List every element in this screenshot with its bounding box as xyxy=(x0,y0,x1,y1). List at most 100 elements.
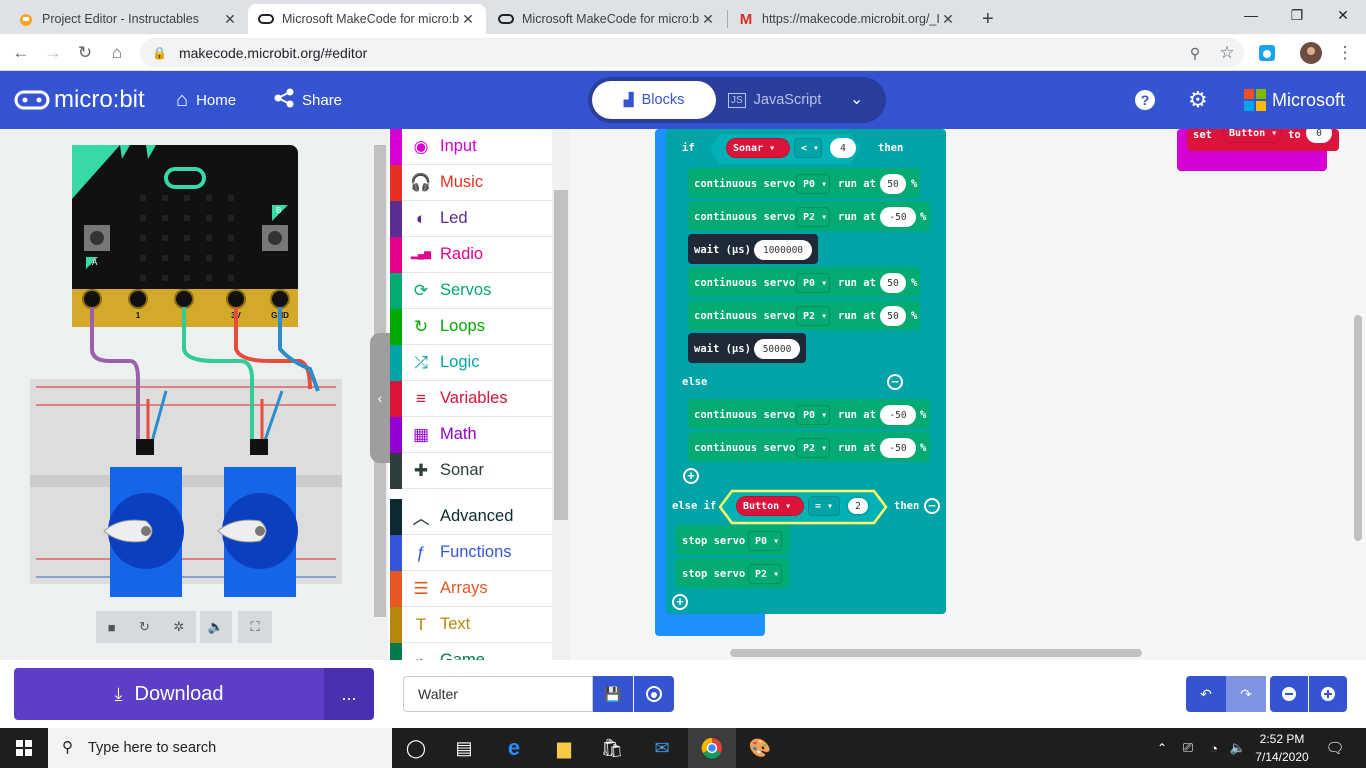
toolbox-category-led[interactable]: ◐ Led xyxy=(390,201,552,237)
debug-bug-icon[interactable]: ✲ xyxy=(173,619,184,635)
toolbox-category-variables[interactable]: ≡ Variables xyxy=(390,381,552,417)
eq-operator-dropdown[interactable]: = ▾ xyxy=(808,496,840,516)
toolbox-category-math[interactable]: ▦ Math xyxy=(390,417,552,453)
collapse-simulator-button[interactable]: ‹ xyxy=(370,333,390,463)
button-value-input[interactable]: 2 xyxy=(846,496,870,516)
button-variable[interactable]: Button ▾ xyxy=(736,496,804,516)
more-options-button[interactable]: ... xyxy=(324,668,374,720)
file-explorer-icon[interactable]: ▆ xyxy=(540,728,588,768)
show-hidden-icons-chevron-icon[interactable]: ⌃ xyxy=(1150,728,1174,768)
remove-else-icon[interactable]: − xyxy=(887,374,903,390)
microbit-logo[interactable]: micro:bit xyxy=(14,71,145,129)
blocks-workspace[interactable]: if Sonar ▾ < ▾ 4 then continuous servo P… xyxy=(570,129,1366,660)
pin-dropdown[interactable]: P0 ▾ xyxy=(796,405,830,425)
stop-icon[interactable]: ■ xyxy=(108,620,116,635)
wait-input[interactable]: 1000000 xyxy=(754,240,812,260)
add-branch-icon[interactable]: + xyxy=(683,468,699,484)
browser-tab-instructables[interactable]: Project Editor - Instructables ✕ xyxy=(8,4,248,34)
task-view-icon[interactable]: ▤ xyxy=(440,728,488,768)
workspace-vscroll-thumb[interactable] xyxy=(1354,315,1362,541)
back-icon[interactable]: ← xyxy=(8,40,34,66)
paint-icon[interactable]: 🎨 xyxy=(736,728,784,768)
github-icon[interactable] xyxy=(634,676,674,712)
settings-gear-icon[interactable]: ⚙ xyxy=(1188,71,1208,129)
help-button[interactable]: ? xyxy=(1134,71,1156,129)
microsoft-logo[interactable]: Microsoft xyxy=(1244,71,1345,129)
notification-center-icon[interactable]: 🗨 xyxy=(1320,728,1350,768)
home-icon[interactable]: ⌂ xyxy=(104,40,130,66)
mail-icon[interactable]: ✉ xyxy=(638,728,686,768)
close-icon[interactable]: ✕ xyxy=(222,11,238,28)
speed-input[interactable]: 50 xyxy=(880,174,906,194)
mute-icon[interactable]: 🔈 xyxy=(200,611,232,643)
lt-operator-dropdown[interactable]: < ▾ xyxy=(794,138,822,158)
bookmark-star-icon[interactable]: ☆ xyxy=(1214,40,1240,66)
variable-dropdown[interactable]: Button ▾ xyxy=(1222,129,1282,143)
browser-tab-makecode[interactable]: Microsoft MakeCode for micro:bi ✕ xyxy=(488,4,726,34)
new-tab-button[interactable]: + xyxy=(972,4,1002,34)
sonar-threshold-input[interactable]: 4 xyxy=(830,138,856,158)
speed-input[interactable]: -50 xyxy=(880,405,916,425)
restart-icon[interactable]: ↻ xyxy=(139,619,150,635)
pin-dropdown[interactable]: P2 ▾ xyxy=(796,438,830,458)
zoom-in-icon[interactable] xyxy=(1309,676,1347,712)
toolbox-category-radio[interactable]: ▂▄▆ Radio xyxy=(390,237,552,273)
menu-kebab-icon[interactable]: ⋮ xyxy=(1332,40,1358,66)
toolbox-category-loops[interactable]: ↻ Loops xyxy=(390,309,552,345)
speed-input[interactable]: -50 xyxy=(880,438,916,458)
pin-dropdown[interactable]: P2 ▾ xyxy=(796,207,830,227)
add-branch-icon[interactable]: + xyxy=(672,594,688,610)
home-button[interactable]: ⌂ Home xyxy=(176,71,236,129)
reload-icon[interactable]: ↻ xyxy=(72,40,98,66)
toolbox-category-logic[interactable]: ⤮ Logic xyxy=(390,345,552,381)
extension-icon[interactable] xyxy=(1254,40,1280,66)
browser-tab-gmail[interactable]: M https://makecode.microbit.org/_I ✕ xyxy=(728,4,966,34)
toolbox-scrollbar-thumb[interactable] xyxy=(554,190,568,520)
toolbox-category-advanced[interactable]: ︿ Advanced xyxy=(390,499,552,535)
taskbar-search-box[interactable]: ⚲ Type here to search xyxy=(48,728,392,768)
windows-start-icon[interactable] xyxy=(0,728,48,768)
pin-dropdown[interactable]: P2 ▾ xyxy=(796,306,830,326)
pin-dropdown[interactable]: P0 ▾ xyxy=(796,174,830,194)
close-icon[interactable]: ✕ xyxy=(700,11,716,28)
share-button[interactable]: Share xyxy=(274,71,342,129)
close-icon[interactable]: ✕ xyxy=(940,11,956,28)
blocks-tab[interactable]: ▟ Blocks xyxy=(592,81,716,119)
speed-input[interactable]: 50 xyxy=(880,306,906,326)
speed-input[interactable]: -50 xyxy=(880,207,916,227)
close-icon[interactable]: ✕ xyxy=(460,11,476,28)
profile-avatar[interactable] xyxy=(1298,40,1324,66)
store-icon[interactable]: 🛍 xyxy=(588,728,636,768)
pin-dropdown[interactable]: P0 ▾ xyxy=(748,531,782,551)
browser-tab-makecode-active[interactable]: Microsoft MakeCode for micro:bi ✕ xyxy=(248,4,486,34)
fullscreen-icon[interactable]: ⛶ xyxy=(238,611,272,643)
toolbox-category-sonar[interactable]: ✚ Sonar xyxy=(390,453,552,489)
undo-icon[interactable]: ↶ xyxy=(1186,676,1226,712)
remove-else-if-icon[interactable]: − xyxy=(924,498,940,514)
wifi-icon[interactable]: ◔ xyxy=(1202,728,1226,768)
redo-icon[interactable]: ↷ xyxy=(1226,676,1266,712)
javascript-tab[interactable]: JS JavaScript xyxy=(728,81,821,119)
edge-icon[interactable]: e xyxy=(490,728,538,768)
chrome-icon[interactable] xyxy=(688,728,736,768)
pin-dropdown[interactable]: P2 ▾ xyxy=(748,564,782,584)
address-bar[interactable]: 🔒 makecode.microbit.org/#editor xyxy=(140,38,1244,67)
cortana-icon[interactable]: ◯ xyxy=(392,728,440,768)
project-name-input[interactable] xyxy=(403,676,593,712)
toolbox-category-text[interactable]: T Text xyxy=(390,607,552,643)
restore-icon[interactable]: ❐ xyxy=(1274,0,1320,30)
window-close-icon[interactable]: ✕ xyxy=(1320,0,1366,30)
forward-icon[interactable]: → xyxy=(40,40,66,66)
zoom-icon[interactable]: ⚲ xyxy=(1182,40,1208,66)
toolbox-category-functions[interactable]: ƒ Functions xyxy=(390,535,552,571)
zoom-out-icon[interactable] xyxy=(1270,676,1308,712)
minimize-icon[interactable]: — xyxy=(1228,0,1274,30)
volume-icon[interactable]: 🔈 xyxy=(1226,728,1250,768)
toolbox-category-input[interactable]: ◉ Input xyxy=(390,129,552,165)
chevron-down-icon[interactable]: ⌄ xyxy=(850,89,863,109)
pin-dropdown[interactable]: P0 ▾ xyxy=(796,273,830,293)
speed-input[interactable]: 50 xyxy=(880,273,906,293)
sonar-variable[interactable]: Sonar ▾ xyxy=(726,138,790,158)
toolbox-category-servos[interactable]: ⟳ Servos xyxy=(390,273,552,309)
toolbox-category-game[interactable]: ⌁ Game xyxy=(390,643,552,660)
